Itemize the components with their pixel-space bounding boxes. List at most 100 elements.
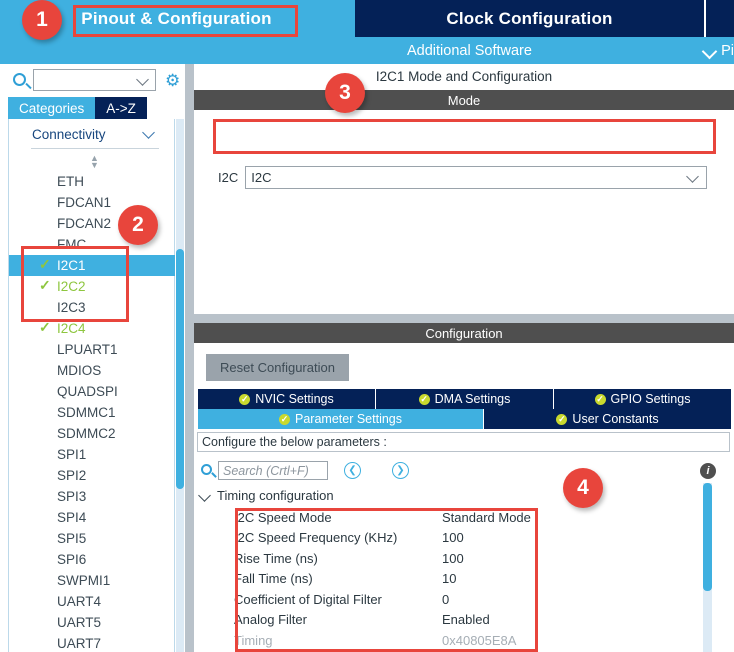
sidebar-tabs: Categories A->Z [8,97,147,119]
chevron-down-icon[interactable] [138,75,149,86]
annotation-badge-2-number: 2 [132,213,144,236]
annotation-badge-4-number: 4 [577,476,589,499]
sidebar-item-uart5[interactable]: UART5 [9,612,175,633]
horizontal-splitter[interactable] [194,314,734,323]
sidebar-scrollbar-thumb[interactable] [176,249,184,489]
chevron-right-icon: ❯ [396,464,405,476]
category-connectivity-header[interactable]: Connectivity [9,119,174,149]
check-badge-icon: ✓ [556,413,568,425]
mode-select[interactable]: I2C [245,166,708,189]
sidebar-item-spi3[interactable]: SPI3 [9,486,175,507]
sidebar-item-uart7[interactable]: UART7 [9,633,175,652]
peripheral-list: ETH FDCAN1 FDCAN2 FMC ✓ I2C1 ✓ I2C2 I2C3 ✓ I2C4 LPU… [9,171,175,652]
category-divider [31,148,159,149]
sidebar-item-sdmmc1[interactable]: SDMMC1 [9,402,175,423]
annotation-badge-4: 4 [563,468,603,508]
search-next-button[interactable]: ❯ [392,462,409,479]
sidebar-item-label: UART5 [57,615,102,630]
parameter-scrollbar-thumb[interactable] [703,483,712,591]
annotation-badge-2: 2 [118,205,158,245]
sidebar-item-spi5[interactable]: SPI5 [9,528,175,549]
check-badge-icon: ✓ [418,393,430,405]
search-icon [201,464,212,475]
reset-configuration-label: Reset Configuration [220,360,335,375]
parameter-toolbar: Search (Crtl+F) ❮ ❯ [197,458,730,484]
parameter-search-input[interactable]: Search (Crtl+F) [218,461,328,480]
tab-label: GPIO Settings [610,392,691,406]
subbar-left-filler [0,37,355,64]
sidebar-item-uart4[interactable]: UART4 [9,591,175,612]
mode-field-label: I2C [218,170,239,185]
sidebar-item-label: SDMMC1 [57,405,116,420]
tab-a-to-z-label: A->Z [106,100,136,116]
additional-software-bar: Additional Software Pi [355,37,734,64]
sidebar-item-quadspi[interactable]: QUADSPI [9,381,175,402]
tab-gpio-settings[interactable]: ✓ GPIO Settings [554,389,731,409]
timing-configuration-label: Timing configuration [217,488,334,503]
additional-software-label[interactable]: Additional Software [407,43,532,59]
sidebar-item-label: SPI5 [57,531,87,546]
gear-icon[interactable]: ⚙ [165,72,182,89]
mode-section-label: Mode [447,92,481,108]
sidebar-item-spi4[interactable]: SPI4 [9,507,175,528]
sidebar-item-label: MDIOS [57,363,102,378]
chevron-down-icon[interactable] [144,128,156,140]
sidebar-item-mdios[interactable]: MDIOS [9,360,175,381]
tab-label: Parameter Settings [295,412,402,426]
check-badge-icon: ✓ [594,393,606,405]
sidebar-item-sdmmc2[interactable]: SDMMC2 [9,423,175,444]
sidebar-item-spi1[interactable]: SPI1 [9,444,175,465]
configuration-section-label: Configuration [425,325,503,341]
sidebar-item-spi6[interactable]: SPI6 [9,549,175,570]
sidebar-item-label: SPI2 [57,468,87,483]
timing-configuration-group[interactable]: Timing configuration [199,488,334,503]
sidebar-item-label: SWPMI1 [57,573,111,588]
tab-label: User Constants [572,412,659,426]
tab-dma-settings[interactable]: ✓ DMA Settings [376,389,554,409]
chevron-down-icon [704,45,716,57]
sidebar-search-input[interactable] [33,69,156,91]
mode-section-header: Mode [194,90,734,110]
mode-select-value: I2C [251,170,272,185]
tab-partial-right[interactable] [706,0,734,37]
tab-label: DMA Settings [434,392,511,406]
tab-nvic-settings[interactable]: ✓ NVIC Settings [198,389,376,409]
sidebar-item-label: LPUART1 [57,342,118,357]
mode-row: I2C I2C [218,166,708,189]
sidebar-item-lpuart1[interactable]: LPUART1 [9,339,175,360]
annotation-badge-3-number: 3 [339,81,351,104]
pinout-dropdown[interactable]: Pi [704,43,734,59]
tab-label: NVIC Settings [255,392,334,406]
search-previous-button[interactable]: ❮ [344,462,361,479]
sidebar-item-label: I2C4 [57,321,86,336]
sidebar-item-eth[interactable]: ETH [9,171,175,192]
annotation-badge-1-number: 1 [36,8,48,31]
annotation-box-2 [21,246,129,322]
tab-categories-label: Categories [19,100,85,116]
reset-configuration-button[interactable]: Reset Configuration [206,354,349,381]
peripheral-list-container: Connectivity ▲ ▼ ETH FDCAN1 FDCAN2 FMC ✓ I2C1 ✓… [8,119,175,652]
app-window: Pinout & Configuration Clock Configurati… [0,0,734,652]
annotation-box-3 [213,119,716,154]
vertical-splitter[interactable] [185,64,194,652]
chevron-down-icon[interactable] [199,490,211,502]
tab-a-to-z[interactable]: A->Z [95,97,147,119]
sidebar-item-spi2[interactable]: SPI2 [9,465,175,486]
sidebar-item-label: SPI4 [57,510,87,525]
tab-categories[interactable]: Categories [8,97,96,119]
scroll-up-down-icon[interactable]: ▲ ▼ [88,154,101,170]
tab-user-constants[interactable]: ✓ User Constants [484,409,731,429]
peripheral-sidebar: ⚙ Categories A->Z Connectivity ▲ ▼ ETH FDC… [0,64,184,652]
configure-hint-bar: Configure the below parameters : [197,432,730,452]
pinout-dropdown-label: Pi [721,42,734,59]
sidebar-item-label: SPI1 [57,447,87,462]
annotation-box-1 [73,5,298,37]
sidebar-item-label: UART7 [57,636,102,651]
tab-clock-configuration[interactable]: Clock Configuration [355,0,704,37]
sidebar-item-swpmi1[interactable]: SWPMI1 [9,570,175,591]
chevron-down-icon[interactable] [688,172,699,183]
tab-parameter-settings[interactable]: ✓ Parameter Settings [198,409,484,429]
sidebar-item-label: QUADSPI [57,384,118,399]
search-icon [13,73,26,86]
info-icon[interactable]: i [700,463,716,479]
